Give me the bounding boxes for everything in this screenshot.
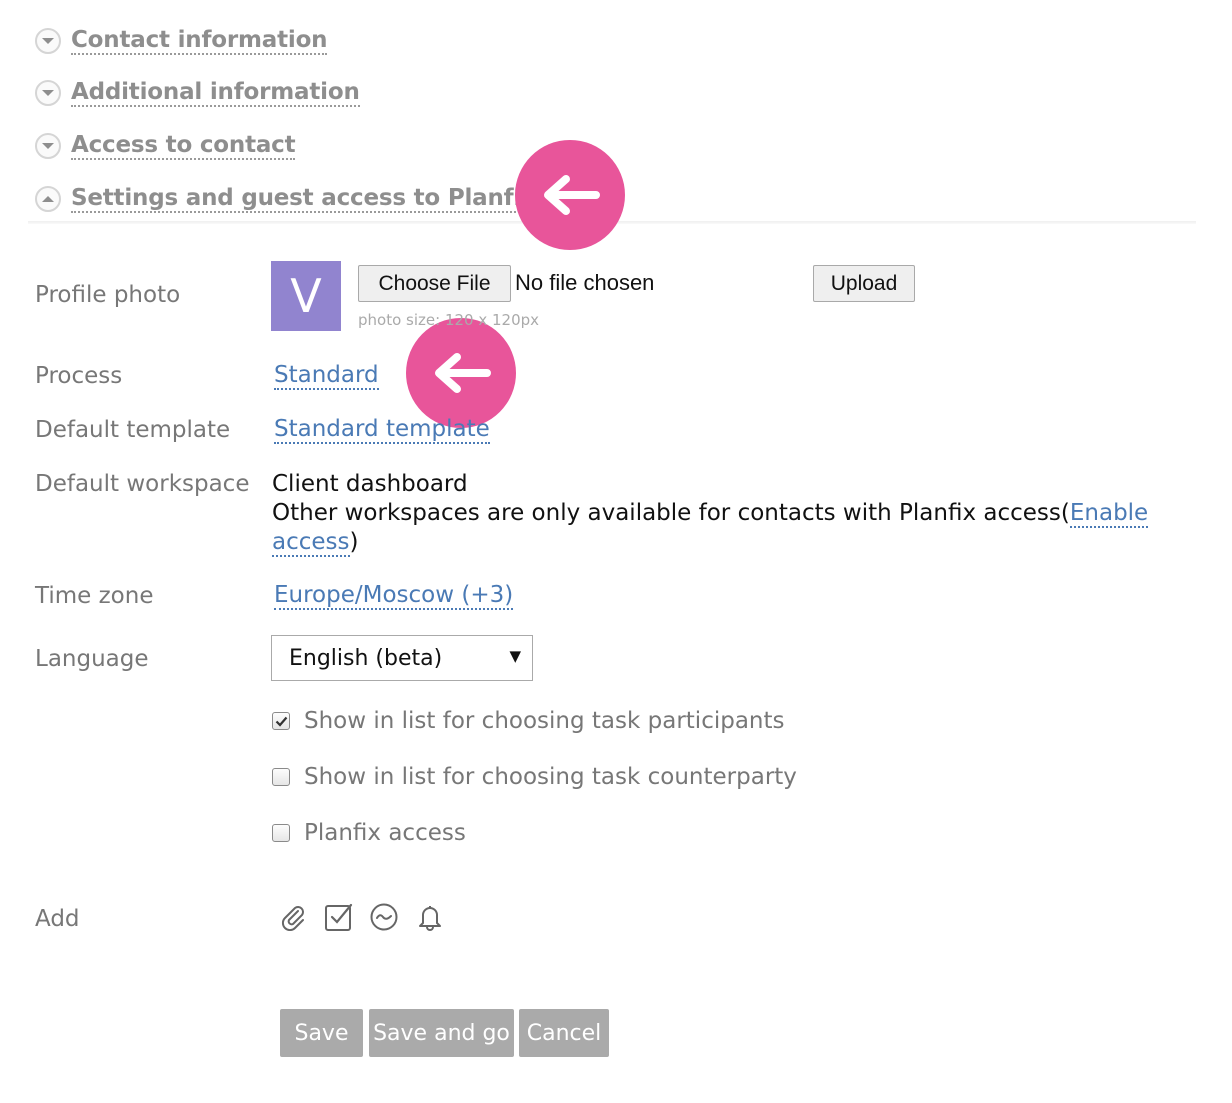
- checkbox-row-participants[interactable]: Show in list for choosing task participa…: [272, 708, 785, 734]
- paperclip-icon[interactable]: [278, 902, 308, 932]
- section-label[interactable]: Access to contact: [71, 132, 296, 160]
- chevron-down-icon[interactable]: [35, 80, 61, 106]
- section-label[interactable]: Settings and guest access to Planfix: [71, 185, 536, 213]
- upload-button[interactable]: Upload: [813, 265, 915, 302]
- add-label: Add: [35, 906, 80, 932]
- time-zone-link[interactable]: Europe/Moscow (+3): [274, 582, 514, 610]
- checkbox-label: Planfix access: [304, 820, 466, 846]
- dropdown-arrow-icon: ▼: [509, 647, 521, 665]
- checkmark-icon: [275, 716, 287, 727]
- counterparty-checkbox[interactable]: [272, 768, 290, 786]
- section-label[interactable]: Additional information: [71, 79, 360, 107]
- workspace-note-line2: access): [272, 529, 359, 557]
- photo-size-hint: photo size: 120 x 120px: [358, 311, 540, 329]
- chevron-up-icon[interactable]: [35, 186, 61, 212]
- annotation-marker: [406, 318, 516, 428]
- enable-access-link[interactable]: access: [272, 529, 350, 557]
- save-and-go-button[interactable]: Save and go: [369, 1009, 514, 1057]
- time-zone-label: Time zone: [35, 583, 154, 609]
- arrow-left-icon: [435, 353, 491, 393]
- workspace-note: Other workspaces are only available for …: [272, 500, 1149, 528]
- checkbox-label: Show in list for choosing task participa…: [304, 708, 785, 734]
- section-additional-information[interactable]: Additional information: [35, 78, 360, 108]
- language-select[interactable]: English (beta) ▼: [271, 635, 533, 681]
- section-contact-information[interactable]: Contact information: [35, 26, 328, 56]
- arrow-left-icon: [544, 175, 600, 215]
- workspace-note-suffix: ): [349, 529, 359, 555]
- save-button[interactable]: Save: [280, 1009, 363, 1057]
- enable-access-link[interactable]: Enable: [1069, 500, 1149, 528]
- default-template-link[interactable]: Standard template: [274, 416, 490, 444]
- participants-checkbox[interactable]: [272, 712, 290, 730]
- checkbox-task-icon[interactable]: [324, 902, 354, 932]
- annotation-marker: [515, 140, 625, 250]
- checkbox-label: Show in list for choosing task counterpa…: [304, 764, 797, 790]
- default-template-label: Default template: [35, 417, 231, 443]
- analytics-icon[interactable]: [369, 902, 399, 932]
- bell-icon[interactable]: [415, 902, 445, 932]
- process-link[interactable]: Standard: [274, 362, 379, 390]
- checkbox-row-planfix-access[interactable]: Planfix access: [272, 820, 466, 846]
- process-label: Process: [35, 363, 123, 389]
- section-access-to-contact[interactable]: Access to contact: [35, 131, 296, 161]
- planfix-access-checkbox[interactable]: [272, 824, 290, 842]
- avatar: V: [271, 261, 341, 331]
- chevron-down-icon[interactable]: [35, 133, 61, 159]
- chevron-down-icon[interactable]: [35, 28, 61, 54]
- language-selected: English (beta): [289, 645, 443, 671]
- choose-file-button[interactable]: Choose File: [358, 265, 511, 302]
- section-settings-guest-access[interactable]: Settings and guest access to Planfix: [35, 184, 536, 214]
- workspace-note-text: Other workspaces are only available for …: [272, 500, 1070, 526]
- file-status: No file chosen: [515, 270, 655, 295]
- language-label: Language: [35, 646, 149, 672]
- profile-photo-label: Profile photo: [35, 282, 181, 308]
- default-workspace-label: Default workspace: [35, 471, 250, 497]
- checkbox-row-counterparty[interactable]: Show in list for choosing task counterpa…: [272, 764, 797, 790]
- default-workspace-value: Client dashboard: [272, 471, 468, 497]
- section-label[interactable]: Contact information: [71, 27, 328, 55]
- cancel-button[interactable]: Cancel: [519, 1009, 609, 1057]
